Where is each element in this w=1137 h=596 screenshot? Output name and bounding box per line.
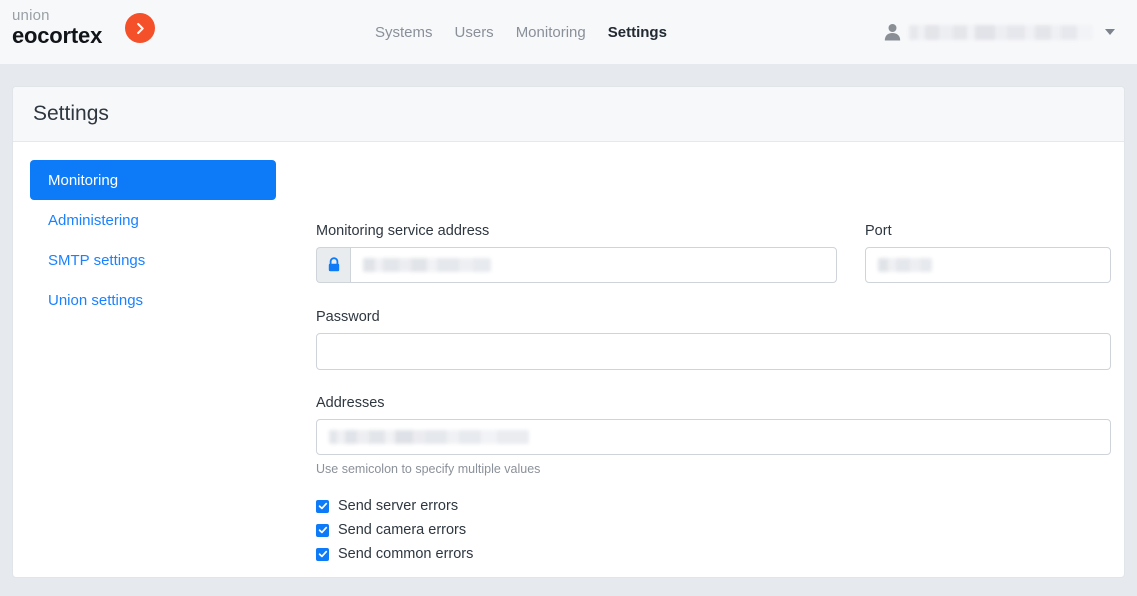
checkmark-icon[interactable] xyxy=(316,523,329,537)
password-field: Password xyxy=(316,309,1111,370)
port-value xyxy=(878,258,932,272)
addresses-label: Addresses xyxy=(316,395,385,411)
nav-item-monitoring[interactable]: Monitoring xyxy=(516,24,586,41)
error-options-group: Send server errors Send camera errors Se… xyxy=(316,494,1111,577)
addresses-value xyxy=(329,430,529,444)
checkbox-label: Send camera errors xyxy=(338,522,467,538)
nav-item-settings[interactable]: Settings xyxy=(608,24,667,41)
port-input[interactable] xyxy=(865,247,1111,283)
addresses-hint: Use semicolon to specify multiple values xyxy=(316,462,541,476)
sidebar-item-label: SMTP settings xyxy=(48,251,146,269)
page-title: Settings xyxy=(33,102,109,125)
card-body: Monitoring Administering SMTP settings U… xyxy=(13,142,1124,577)
sidebar-item-label: Monitoring xyxy=(48,171,119,189)
nav-item-users[interactable]: Users xyxy=(455,24,494,41)
checkmark-icon[interactable] xyxy=(316,499,329,513)
card-header: Settings xyxy=(13,87,1124,142)
monitoring-service-address-input-group[interactable] xyxy=(316,247,837,283)
lock-icon xyxy=(316,247,350,283)
password-input[interactable] xyxy=(316,333,1111,370)
user-name-label xyxy=(909,24,1093,40)
checkbox-label: Send common errors xyxy=(338,546,474,562)
checkbox-send-camera-errors[interactable]: Send camera errors xyxy=(316,518,1111,542)
user-menu[interactable] xyxy=(884,0,1115,64)
addresses-field: Addresses Use semicolon to specify multi… xyxy=(316,395,1111,476)
top-navigation-bar: union eocortex Systems Users Monitoring … xyxy=(0,0,1137,64)
monitoring-service-address-input[interactable] xyxy=(350,247,837,283)
chevron-down-icon[interactable] xyxy=(1105,29,1115,35)
user-avatar-icon xyxy=(884,23,901,41)
addresses-input[interactable] xyxy=(316,419,1111,455)
sidebar-item-union-settings[interactable]: Union settings xyxy=(30,280,276,320)
checkbox-send-server-errors[interactable]: Send server errors xyxy=(316,494,1111,518)
settings-sidebar: Monitoring Administering SMTP settings U… xyxy=(30,160,276,320)
monitoring-service-address-label: Monitoring service address xyxy=(316,223,490,239)
checkbox-label: Send server errors xyxy=(338,498,459,514)
monitoring-service-address-value xyxy=(363,258,491,272)
nav-item-systems[interactable]: Systems xyxy=(375,24,433,41)
port-label: Port xyxy=(865,223,892,239)
sidebar-item-administering[interactable]: Administering xyxy=(30,200,276,240)
checkmark-icon[interactable] xyxy=(316,547,329,561)
settings-card: Settings Monitoring Administering SMTP s… xyxy=(12,86,1125,578)
sidebar-item-label: Union settings xyxy=(48,291,144,309)
port-field: Port xyxy=(865,223,1111,283)
sidebar-item-label: Administering xyxy=(48,211,139,229)
sidebar-item-monitoring[interactable]: Monitoring xyxy=(30,160,276,200)
password-label: Password xyxy=(316,309,380,325)
main-nav: Systems Users Monitoring Settings xyxy=(375,0,667,64)
monitoring-service-address-field: Monitoring service address xyxy=(316,223,837,283)
sidebar-item-smtp-settings[interactable]: SMTP settings xyxy=(30,240,276,280)
brand-logo[interactable]: union eocortex xyxy=(12,8,172,56)
checkbox-send-common-errors[interactable]: Send common errors xyxy=(316,542,1111,566)
chevron-right-icon xyxy=(125,13,155,43)
